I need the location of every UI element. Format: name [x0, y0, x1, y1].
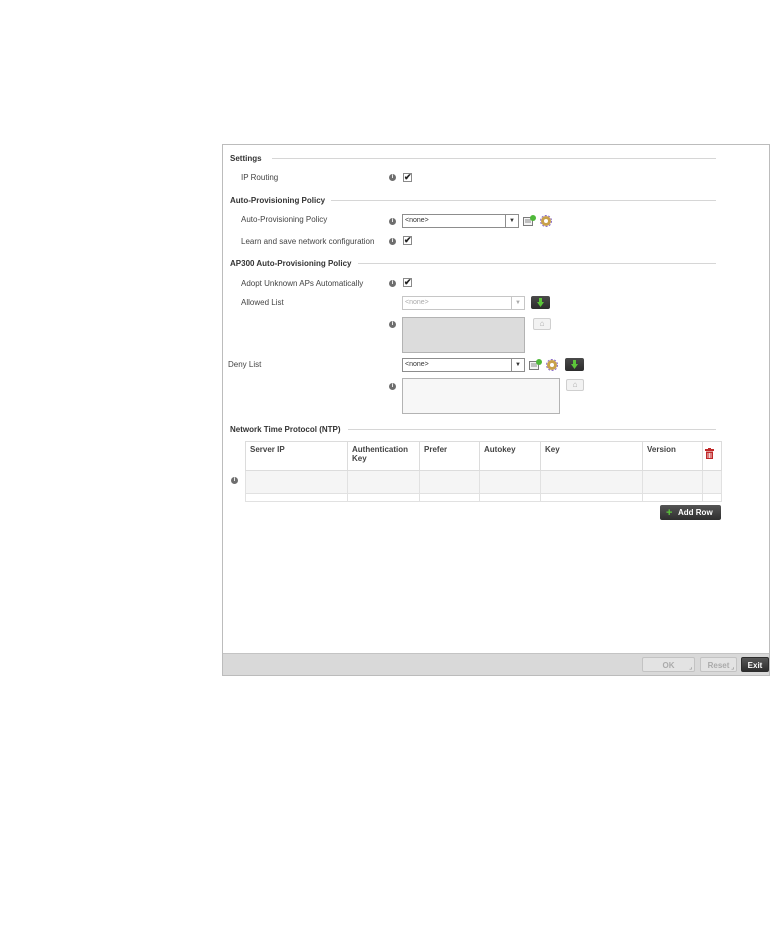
trash-icon[interactable]: [705, 448, 714, 459]
corner-icon: ⌟: [731, 665, 734, 671]
corner-icon: ⌟: [689, 665, 692, 671]
deny-list-add-button[interactable]: [565, 358, 584, 371]
auto-provisioning-policy-value: <none>: [405, 217, 429, 224]
column-header-key[interactable]: Key: [540, 441, 643, 471]
table-cell[interactable]: [479, 470, 541, 494]
info-icon: i: [389, 174, 396, 181]
add-policy-icon[interactable]: [529, 359, 542, 370]
plus-icon: +: [666, 507, 673, 519]
deny-list-box[interactable]: [402, 378, 560, 414]
allowed-list-add-button[interactable]: [531, 296, 550, 309]
ntp-table: Server IP Authentication Key Prefer Auto…: [245, 441, 722, 502]
exit-button-label: Exit: [747, 661, 763, 670]
table-cell: [419, 493, 480, 502]
arrow-down-icon: [571, 360, 578, 369]
remove-icon: ⌂: [572, 380, 578, 389]
info-icon: i: [389, 321, 396, 328]
column-header-version[interactable]: Version: [642, 441, 703, 471]
reset-button-label: Reset: [707, 661, 730, 670]
add-row-button[interactable]: + Add Row: [660, 505, 721, 520]
table-row: [245, 493, 722, 502]
allowed-list-value: <none>: [405, 299, 429, 306]
table-cell[interactable]: [540, 470, 643, 494]
ntp-section-title: Network Time Protocol (NTP): [230, 425, 341, 434]
column-header-prefer[interactable]: Prefer: [419, 441, 480, 471]
column-header-autokey[interactable]: Autokey: [479, 441, 541, 471]
settings-section-title: Settings: [230, 154, 262, 163]
info-icon: i: [231, 477, 238, 484]
deny-list-remove-button[interactable]: ⌂: [566, 379, 584, 391]
deny-list-value: <none>: [405, 361, 429, 368]
learn-save-config-label: Learn and save network configuration: [241, 237, 375, 246]
gear-icon[interactable]: [540, 215, 552, 227]
ntp-table-header: Server IP Authentication Key Prefer Auto…: [245, 441, 722, 471]
allowed-list-label: Allowed List: [241, 298, 284, 307]
auto-provisioning-section-title: Auto-Provisioning Policy: [230, 196, 326, 205]
ok-button[interactable]: OK ⌟: [642, 657, 695, 672]
auto-provisioning-policy-select[interactable]: <none> ▼: [402, 214, 519, 228]
dialog-footer: OK ⌟ Reset ⌟ Exit: [223, 653, 769, 675]
auto-provisioning-policy-label: Auto-Provisioning Policy: [241, 215, 328, 224]
arrow-down-icon: [537, 298, 544, 307]
info-icon: i: [389, 383, 396, 390]
gear-icon[interactable]: [546, 359, 558, 371]
add-row-label: Add Row: [678, 508, 713, 517]
ntp-divider: [348, 429, 716, 430]
delete-column-header[interactable]: [702, 441, 722, 471]
chevron-down-icon: ▼: [511, 359, 524, 371]
column-header-server-ip[interactable]: Server IP: [245, 441, 348, 471]
settings-divider: [272, 158, 716, 159]
table-cell: [245, 493, 348, 502]
chevron-down-icon: ▼: [511, 297, 524, 309]
table-cell: [479, 493, 541, 502]
table-cell: [702, 493, 722, 502]
table-cell[interactable]: [419, 470, 480, 494]
exit-button[interactable]: Exit: [741, 657, 769, 672]
ip-routing-label: IP Routing: [241, 173, 279, 182]
table-cell: [540, 493, 643, 502]
deny-list-label: Deny List: [228, 360, 262, 369]
table-cell: [642, 493, 703, 502]
basic-configuration-panel: Settings IP Routing i ✔ Auto-Provisionin…: [222, 144, 770, 676]
info-icon: i: [389, 238, 396, 245]
deny-list-select[interactable]: <none> ▼: [402, 358, 525, 372]
allowed-list-select[interactable]: <none> ▼: [402, 296, 525, 310]
table-cell[interactable]: [642, 470, 703, 494]
column-header-authentication-key[interactable]: Authentication Key: [347, 441, 420, 471]
table-cell[interactable]: [347, 470, 420, 494]
auto-provisioning-divider: [331, 200, 716, 201]
info-icon: i: [389, 218, 396, 225]
info-icon: i: [389, 280, 396, 287]
ap300-section-title: AP300 Auto-Provisioning Policy: [230, 259, 352, 268]
reset-button[interactable]: Reset ⌟: [700, 657, 737, 672]
ok-button-label: OK: [662, 661, 675, 670]
allowed-list-remove-button[interactable]: ⌂: [533, 318, 551, 330]
ip-routing-checkbox[interactable]: ✔: [403, 173, 412, 182]
table-cell[interactable]: [245, 470, 348, 494]
add-policy-icon[interactable]: [523, 215, 536, 226]
chevron-down-icon: ▼: [505, 215, 518, 227]
adopt-unknown-aps-checkbox[interactable]: ✔: [403, 278, 412, 287]
allowed-list-box[interactable]: [402, 317, 525, 353]
table-cell: [347, 493, 420, 502]
adopt-unknown-aps-label: Adopt Unknown APs Automatically: [241, 279, 364, 288]
remove-icon: ⌂: [539, 319, 545, 328]
learn-save-config-checkbox[interactable]: ✔: [403, 236, 412, 245]
ap300-divider: [358, 263, 716, 264]
table-row[interactable]: [245, 470, 722, 494]
table-cell[interactable]: [702, 470, 722, 494]
